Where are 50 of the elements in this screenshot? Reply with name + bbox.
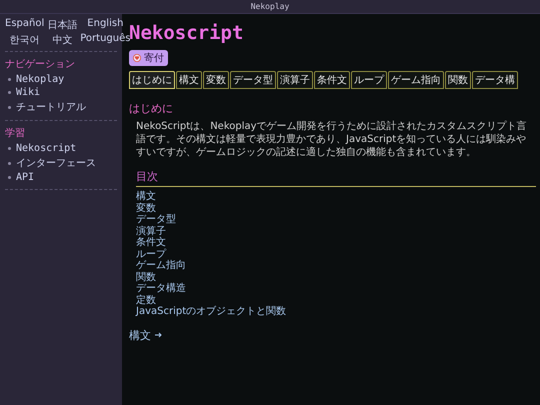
toc-heading: 目次 — [136, 169, 536, 187]
bullet-icon — [8, 78, 11, 81]
tab[interactable]: はじめに — [129, 71, 175, 89]
language-link[interactable]: English — [80, 18, 130, 32]
tab[interactable]: 構文 — [176, 71, 202, 89]
tab[interactable]: ゲーム指向 — [388, 71, 444, 89]
bullet-icon — [8, 91, 11, 94]
sidebar-link[interactable]: Nekoscript — [16, 143, 76, 154]
sidebar-link[interactable]: API — [16, 172, 34, 183]
language-link[interactable]: 中文 — [47, 33, 78, 47]
page-title: Nekoscript — [129, 22, 244, 44]
next-link[interactable]: 構文 — [129, 328, 162, 342]
heart-icon — [133, 54, 141, 62]
arrow-icon — [155, 332, 162, 338]
sidebar-heading: ナビゲーション — [5, 58, 76, 71]
toc-link[interactable]: JavaScriptのオブジェクトと関数 — [136, 306, 286, 318]
toc-link[interactable]: 変数 — [136, 202, 156, 214]
language-link[interactable]: 日本語 — [47, 18, 78, 32]
toc-link[interactable]: データ型 — [136, 214, 176, 226]
donate-button[interactable]: 寄付 — [129, 50, 168, 66]
sidebar-link[interactable]: Wiki — [16, 87, 40, 98]
language-link[interactable]: Português — [80, 33, 130, 47]
tab[interactable]: 変数 — [203, 71, 229, 89]
bullet-icon — [8, 162, 11, 164]
language-link[interactable]: 한국어 — [5, 33, 44, 47]
toc-link[interactable]: ループ — [136, 248, 166, 260]
tab[interactable]: 条件文 — [314, 71, 350, 89]
bullet-icon — [8, 147, 11, 150]
bullet-icon — [8, 176, 11, 179]
toc-link[interactable]: 構文 — [136, 191, 156, 202]
toc-link[interactable]: 関数 — [136, 272, 156, 283]
section-heading: はじめに — [129, 101, 173, 116]
toc-link[interactable]: 定数 — [136, 294, 156, 306]
toc-link[interactable]: 条件文 — [136, 237, 166, 248]
toc-link[interactable]: 演算子 — [136, 226, 166, 237]
sidebar-link[interactable]: チュートリアル — [16, 100, 86, 114]
tab[interactable]: 関数 — [445, 71, 471, 89]
tab[interactable]: ループ — [351, 71, 387, 89]
sidebar-link[interactable]: Nekoplay — [16, 74, 64, 85]
sidebar-link[interactable]: インターフェース — [16, 156, 96, 170]
intro-paragraph: NekoScriptは、Nekoplayでゲーム開発を行うために設計されたカスタムスクリプト言語です。その構文は軽量で表現力豊かであり、JavaScriptを知っている人には馴染みやすいですが、ゲームロジックの記述に適した独自の機能も含まれています。 — [136, 120, 528, 159]
language-link[interactable]: Español — [5, 18, 44, 32]
toc-link[interactable]: データ構造 — [136, 283, 186, 294]
tab[interactable]: 演算子 — [277, 71, 313, 89]
bullet-icon — [8, 106, 11, 108]
window-title: Nekoplay — [250, 2, 290, 11]
toc-link[interactable]: ゲーム指向 — [136, 260, 186, 272]
sidebar-heading: 学習 — [5, 127, 26, 140]
tab[interactable]: データ型 — [230, 71, 276, 89]
tab[interactable]: データ構 — [472, 71, 518, 89]
